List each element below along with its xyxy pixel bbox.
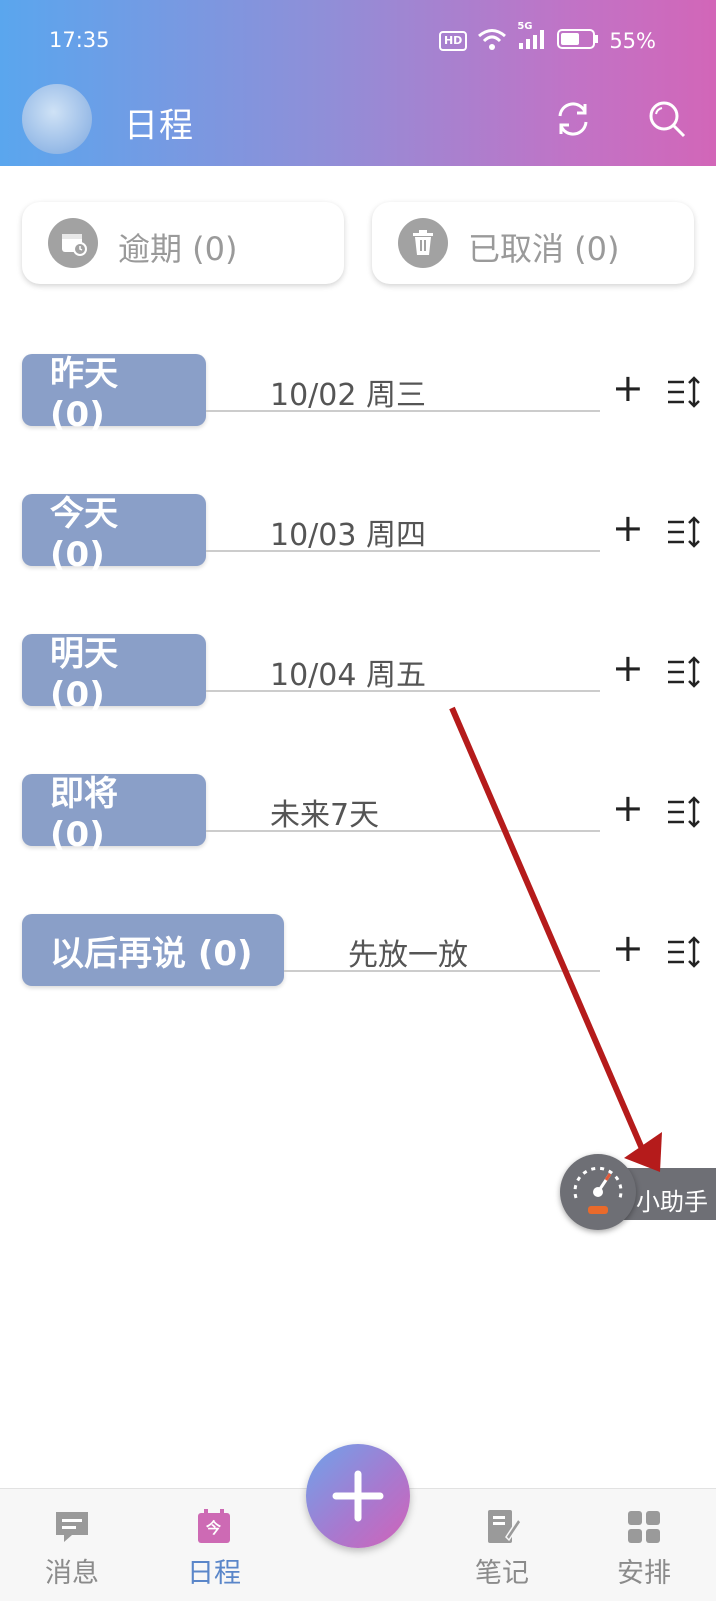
tab-label: 日程 [187,1558,241,1589]
message-icon [56,1512,88,1542]
section-title[interactable]: 今天 (0) [22,494,206,575]
calendar-badge: 今 [206,1519,222,1537]
status-icons: HD 5G 55% [438,21,656,56]
add-fab-button[interactable] [306,1444,410,1548]
wifi-icon [477,27,507,55]
overdue-label: 逾期 (0) [118,230,238,268]
section-upcoming: 即将 (0) 未来7天 + [0,774,716,855]
hd-badge: HD [438,31,468,51]
sort-icon[interactable] [666,934,702,970]
add-button[interactable]: + [612,508,644,548]
section-date: 未来7天 [270,798,380,833]
section-tomorrow: 明天 (0) 10/04 周五 + [0,634,716,715]
section-title[interactable]: 以后再说 (0) [22,914,284,986]
section-title[interactable]: 即将 (0) [22,774,206,855]
tab-notes[interactable]: 笔记 [442,1489,562,1601]
cancelled-card[interactable]: 已取消 (0) [372,202,694,284]
avatar[interactable] [22,84,92,154]
grid-apps-icon [628,1511,660,1543]
section-title[interactable]: 昨天 (0) [22,354,206,435]
page-title: 日程 [124,106,194,146]
sort-icon[interactable] [666,374,702,410]
section-date: 10/03 周四 [270,518,426,553]
battery-percent: 55% [609,29,656,53]
section-date: 先放一放 [348,938,468,973]
sort-icon[interactable] [666,654,702,690]
trash-icon [398,218,448,268]
tab-label: 笔记 [475,1558,529,1589]
cancelled-label: 已取消 (0) [468,230,620,268]
tab-label: 消息 [45,1558,99,1589]
calendar-clock-icon [48,218,98,268]
assistant-label: 小助手 [636,1188,708,1216]
section-date: 10/04 周五 [270,658,426,693]
battery-icon [557,28,599,54]
section-today: 今天 (0) 10/03 周四 + [0,494,716,575]
status-time: 17:35 [49,28,110,52]
section-date: 10/02 周三 [270,378,426,413]
section-title[interactable]: 明天 (0) [22,634,206,715]
tab-label: 安排 [617,1558,671,1589]
add-button[interactable]: + [612,928,644,968]
add-button[interactable]: + [612,368,644,408]
add-button[interactable]: + [612,648,644,688]
sync-button[interactable] [552,98,594,140]
assistant-bubble[interactable]: 小助手 [560,1154,716,1232]
section-later: 以后再说 (0) 先放一放 + [0,914,716,988]
tab-arrange[interactable]: 安排 [584,1489,704,1601]
overdue-card[interactable]: 逾期 (0) [22,202,344,284]
search-button[interactable] [646,98,688,140]
refresh-icon [558,102,588,136]
search-icon [649,101,686,138]
plus-icon [332,1470,384,1522]
tab-schedule[interactable]: 今 日程 [154,1489,274,1601]
speedometer-icon [560,1154,636,1230]
section-yesterday: 昨天 (0) 10/02 周三 + [0,354,716,435]
signal-icon: 5G [517,21,547,55]
section-divider [206,830,600,832]
sort-icon[interactable] [666,514,702,550]
tab-messages[interactable]: 消息 [12,1489,132,1601]
add-button[interactable]: + [612,788,644,828]
notebook-icon [488,1510,522,1543]
sort-icon[interactable] [666,794,702,830]
app-header: 17:35 HD 5G 55% 日程 [0,0,716,166]
network-label: 5G [517,21,533,32]
